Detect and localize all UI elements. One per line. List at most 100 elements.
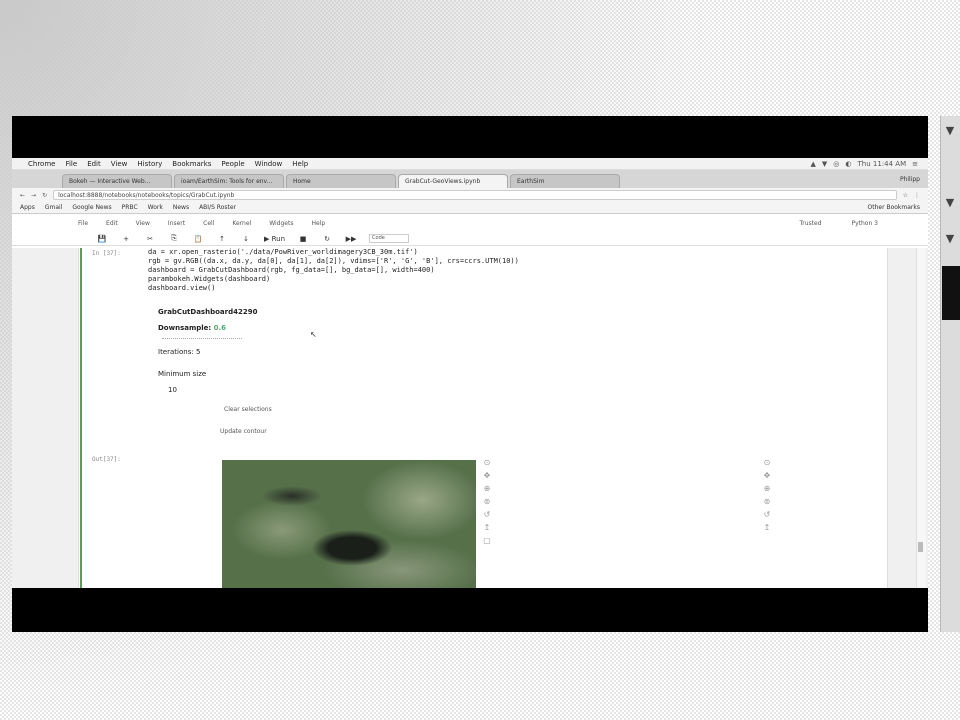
menu-help[interactable]: Help: [292, 160, 308, 168]
jupyter-menu-kernel[interactable]: Kernel: [232, 220, 251, 227]
bookmark-gmail[interactable]: Gmail: [45, 204, 63, 211]
cell-type-select[interactable]: Code: [369, 234, 410, 243]
satellite-image-plot[interactable]: [222, 460, 476, 588]
paste-icon[interactable]: 📋: [192, 235, 204, 243]
zoom-tool-icon[interactable]: ⊕: [484, 484, 491, 493]
stop-icon[interactable]: ■: [297, 235, 309, 243]
jupyter-menu-help[interactable]: Help: [311, 220, 325, 227]
pan-tool-icon[interactable]: ✥: [764, 471, 771, 480]
scrollbar-thumb[interactable]: [918, 542, 923, 552]
pan-tool-icon[interactable]: ✥: [484, 471, 491, 480]
profile-name[interactable]: Philipp: [900, 176, 920, 183]
menu-bookmarks[interactable]: Bookmarks: [172, 160, 211, 168]
bokeh-logo-icon[interactable]: ⊙: [764, 458, 771, 467]
save-icon[interactable]: 💾: [96, 235, 108, 243]
tray-icon[interactable]: ▲: [811, 160, 816, 168]
arrow-down-icon[interactable]: ▼: [944, 232, 956, 246]
iterations-label-text: Iterations:: [158, 348, 194, 356]
menu-view[interactable]: View: [111, 160, 128, 168]
move-up-icon[interactable]: ↑: [216, 235, 228, 243]
tab-earthsim[interactable]: EarthSim: [510, 174, 620, 188]
reset-tool-icon[interactable]: ↺: [764, 510, 771, 519]
code-line: da = xr.open_rasterio('./data/PowRiver_w…: [148, 248, 418, 256]
code-line: dashboard.view(): [148, 284, 216, 292]
trusted-indicator[interactable]: Trusted: [799, 220, 821, 227]
zoom-tool-icon[interactable]: ⊕: [764, 484, 771, 493]
wheel-zoom-icon[interactable]: ⊚: [484, 497, 491, 506]
downsample-slider[interactable]: [162, 338, 242, 339]
jupyter-menu-file[interactable]: File: [78, 220, 88, 227]
bookmark-work[interactable]: Work: [148, 204, 163, 211]
back-icon[interactable]: ←: [20, 192, 25, 199]
wheel-zoom-icon[interactable]: ⊚: [764, 497, 771, 506]
save-tool-icon[interactable]: ↥: [484, 523, 491, 532]
jupyter-menu-widgets[interactable]: Widgets: [269, 220, 293, 227]
tray-icon[interactable]: ▼: [822, 160, 827, 168]
reset-tool-icon[interactable]: ↺: [484, 510, 491, 519]
screen-capture: Chrome File Edit View History Bookmarks …: [12, 158, 928, 588]
forward-icon[interactable]: →: [31, 192, 36, 199]
output-prompt: Out[37]:: [92, 456, 121, 463]
tab-bokeh[interactable]: Bokeh — Interactive Web...: [62, 174, 172, 188]
reload-icon[interactable]: ↻: [42, 192, 47, 199]
slide-top-bar: [12, 116, 928, 158]
menu-window[interactable]: Window: [255, 160, 283, 168]
insert-cell-icon[interactable]: +: [120, 235, 132, 243]
other-bookmarks[interactable]: Other Bookmarks: [868, 204, 920, 211]
bookmark-roster[interactable]: ABI/S Roster: [199, 204, 236, 211]
code-line: rgb = gv.RGB((da.x, da.y, da[0], da[1], …: [148, 257, 519, 265]
arrow-down-icon[interactable]: ▼: [944, 196, 956, 210]
copy-icon[interactable]: ⎘: [168, 234, 180, 243]
jupyter-menu-edit[interactable]: Edit: [106, 220, 118, 227]
url-input[interactable]: localhost:8888/notebooks/notebooks/topic…: [53, 190, 897, 200]
jupyter-menu-insert[interactable]: Insert: [168, 220, 185, 227]
bookmark-news[interactable]: News: [173, 204, 189, 211]
dashboard-title: GrabCutDashboard42290: [158, 308, 258, 316]
tab-home[interactable]: Home: [286, 174, 396, 188]
tray-icon[interactable]: ◎: [833, 160, 839, 168]
bokeh-logo-icon[interactable]: ⊙: [484, 458, 491, 467]
input-prompt: In [37]:: [92, 250, 121, 257]
page-scrollbar[interactable]: [916, 248, 926, 588]
run-all-icon[interactable]: ▶▶: [345, 235, 357, 243]
presentation-side-strip: [940, 116, 960, 632]
slide-bottom-bar: [12, 588, 928, 632]
run-button[interactable]: ▶ Run: [264, 235, 285, 243]
menu-list-icon[interactable]: ≡: [912, 160, 918, 168]
address-bar: ← → ↻ localhost:8888/notebooks/notebooks…: [12, 188, 928, 202]
cut-icon[interactable]: ✂: [144, 235, 156, 243]
bookmark-prbc[interactable]: PRBC: [122, 204, 138, 211]
iterations-value[interactable]: 5: [196, 348, 200, 356]
code-line: dashboard = GrabCutDashboard(rgb, fg_dat…: [148, 266, 435, 274]
update-contour-button[interactable]: Update contour: [220, 428, 267, 435]
tab-earthsim-github[interactable]: ioam/EarthSim: Tools for env...: [174, 174, 284, 188]
menu-chrome[interactable]: Chrome: [28, 160, 55, 168]
clock[interactable]: Thu 11:44 AM: [858, 160, 907, 168]
menu-people[interactable]: People: [221, 160, 244, 168]
menu-edit[interactable]: Edit: [87, 160, 101, 168]
minimum-size-input[interactable]: 10: [168, 386, 177, 394]
status-tray: ▲ ▼ ◎ ◐ Thu 11:44 AM ≡: [811, 160, 928, 168]
code-line: parambokeh.Widgets(dashboard): [148, 275, 271, 283]
save-tool-icon[interactable]: ↥: [764, 523, 771, 532]
bookmark-apps[interactable]: Apps: [20, 204, 35, 211]
restart-icon[interactable]: ↻: [321, 235, 333, 243]
move-down-icon[interactable]: ↓: [240, 235, 252, 243]
bookmark-star-icon[interactable]: ☆: [903, 192, 908, 199]
menu-history[interactable]: History: [137, 160, 162, 168]
jupyter-menu-view[interactable]: View: [136, 220, 150, 227]
box-edit-icon[interactable]: ▢: [483, 536, 491, 545]
clear-selections-button[interactable]: Clear selections: [224, 406, 272, 413]
code-cell[interactable]: da = xr.open_rasterio('./data/PowRiver_w…: [148, 248, 519, 293]
side-dark-block: [942, 266, 960, 320]
chrome-menu-icon[interactable]: ⋮: [914, 192, 920, 199]
kernel-indicator: Python 3: [851, 219, 878, 227]
bookmark-google-news[interactable]: Google News: [72, 204, 111, 211]
tray-icon[interactable]: ◐: [845, 160, 851, 168]
jupyter-menu-cell[interactable]: Cell: [203, 220, 214, 227]
downsample-label: Downsample: 0.6: [158, 324, 226, 332]
menu-file[interactable]: File: [65, 160, 77, 168]
tab-grabcut-notebook[interactable]: GrabCut-GeoViews.ipynb: [398, 174, 508, 188]
arrow-down-icon[interactable]: ▼: [944, 124, 956, 138]
jupyter-menubar: File Edit View Insert Cell Kernel Widget…: [12, 216, 928, 230]
